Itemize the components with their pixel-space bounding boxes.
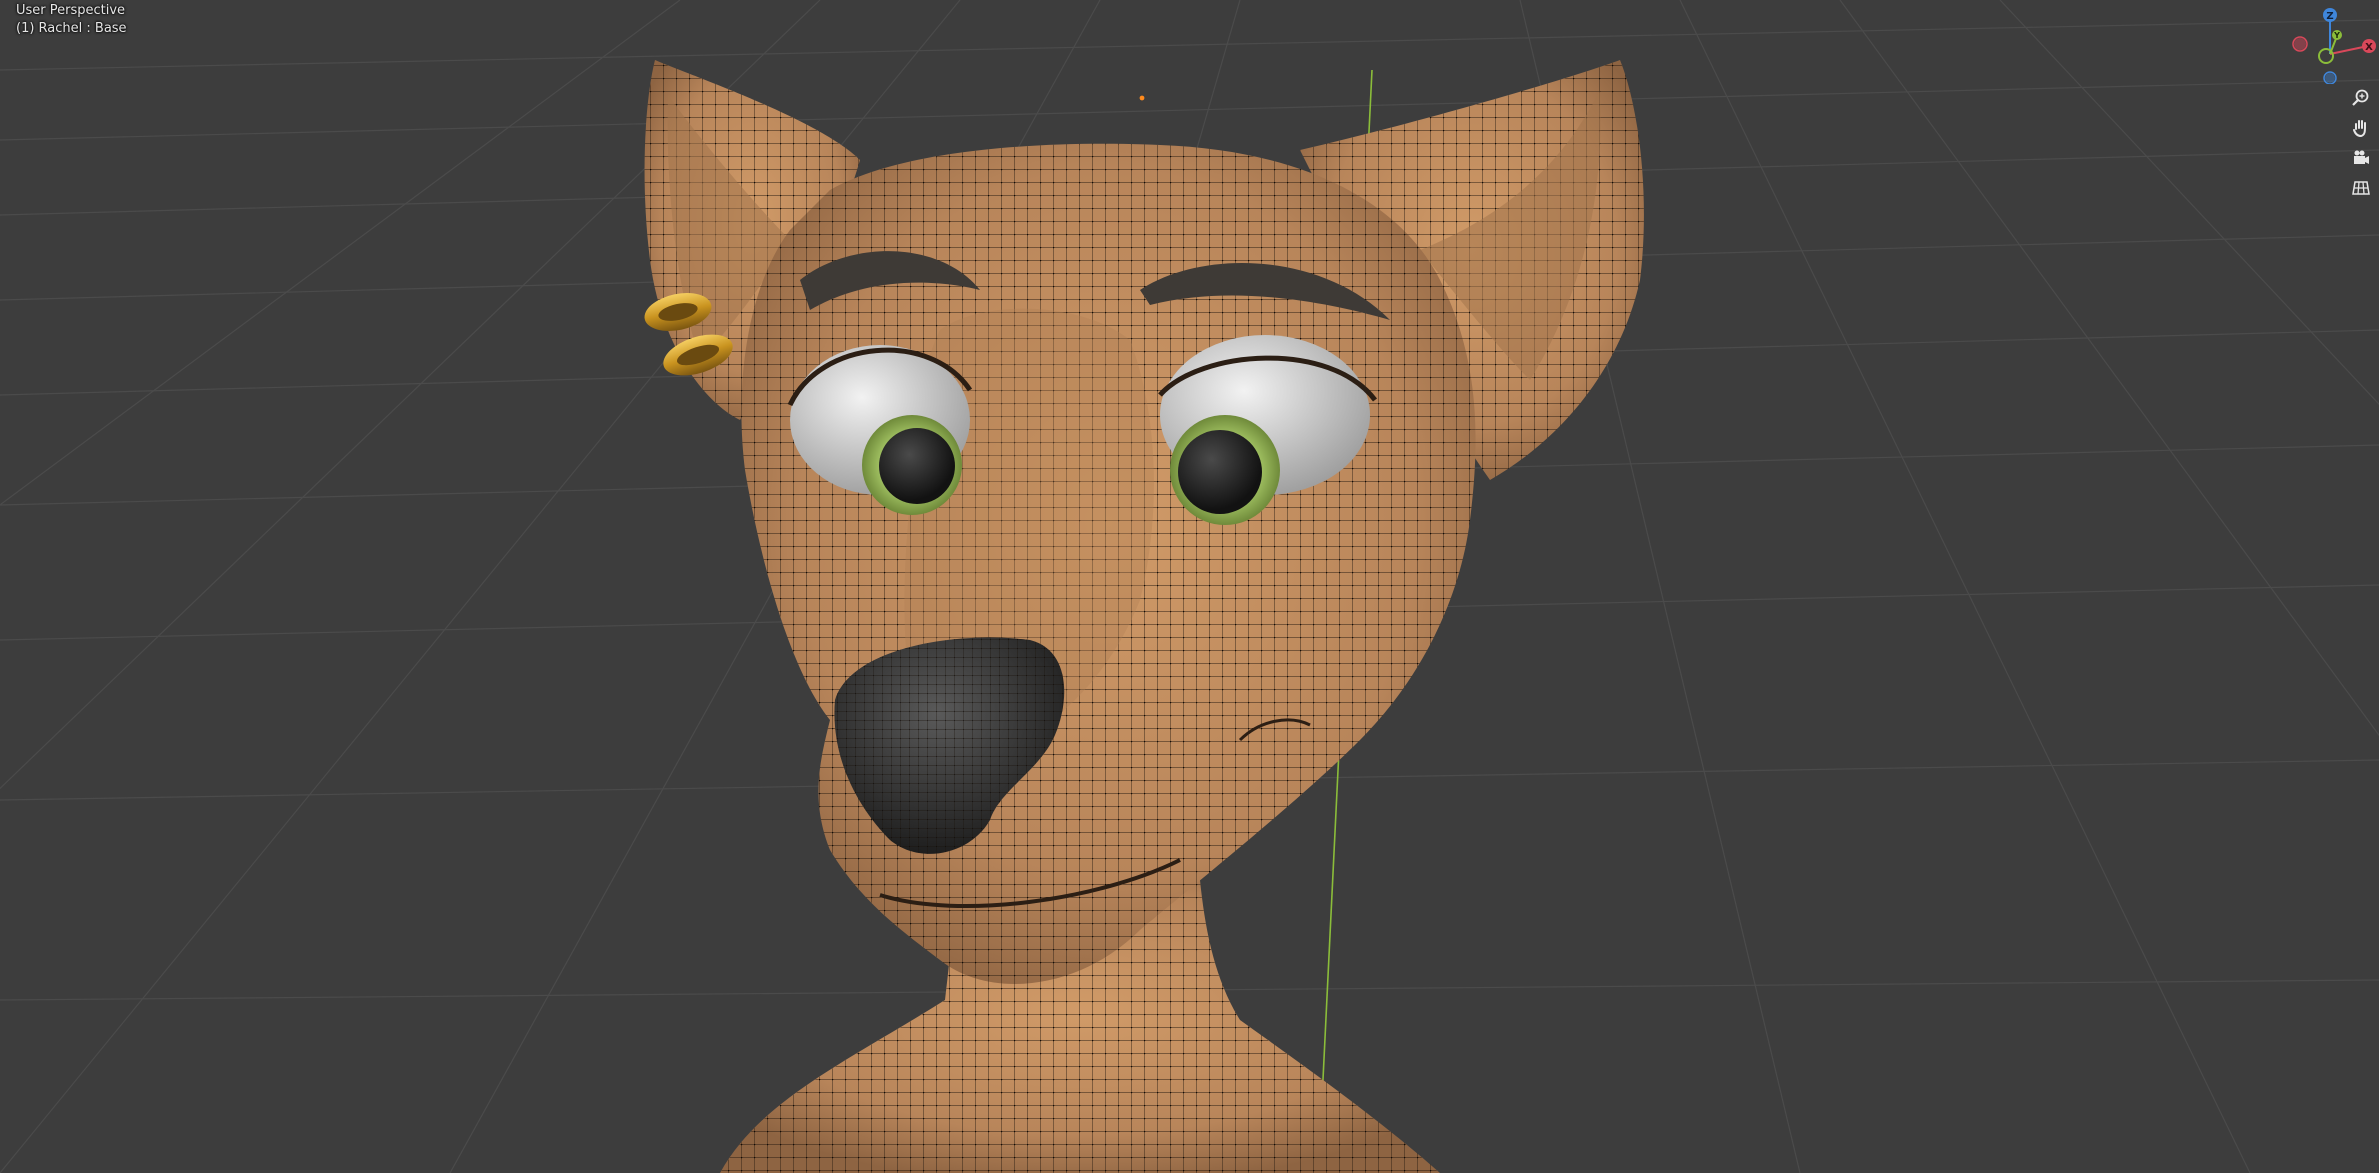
- object-info-label: (1) Rachel : Base: [16, 21, 127, 36]
- navigation-tools: [2349, 86, 2375, 206]
- origin-point: [1139, 95, 1145, 101]
- scene-canvas[interactable]: [0, 0, 2379, 1173]
- zoom-button[interactable]: [2349, 86, 2373, 110]
- ortho-toggle-button[interactable]: [2349, 176, 2373, 200]
- camera-view-button[interactable]: [2349, 146, 2373, 170]
- ortho-grid-icon: [2352, 181, 2370, 195]
- z-axis-label: Z: [2326, 11, 2333, 22]
- camera-view-icon: [2354, 150, 2369, 164]
- navigation-gizmo[interactable]: Z Y X: [2290, 6, 2376, 84]
- y-axis-label: Y: [2333, 31, 2340, 40]
- zoom-icon: [2352, 89, 2369, 106]
- hand-pan-icon: [2353, 120, 2366, 138]
- view-name-label: User Perspective: [16, 3, 126, 18]
- 3d-viewport[interactable]: User Perspective (1) Rachel : Base Z Y X: [0, 0, 2379, 1173]
- character-model: [644, 60, 1644, 1173]
- neg-y-axis-handle[interactable]: [2318, 48, 2334, 64]
- x-axis-label: X: [2365, 42, 2373, 53]
- pan-button[interactable]: [2349, 116, 2373, 140]
